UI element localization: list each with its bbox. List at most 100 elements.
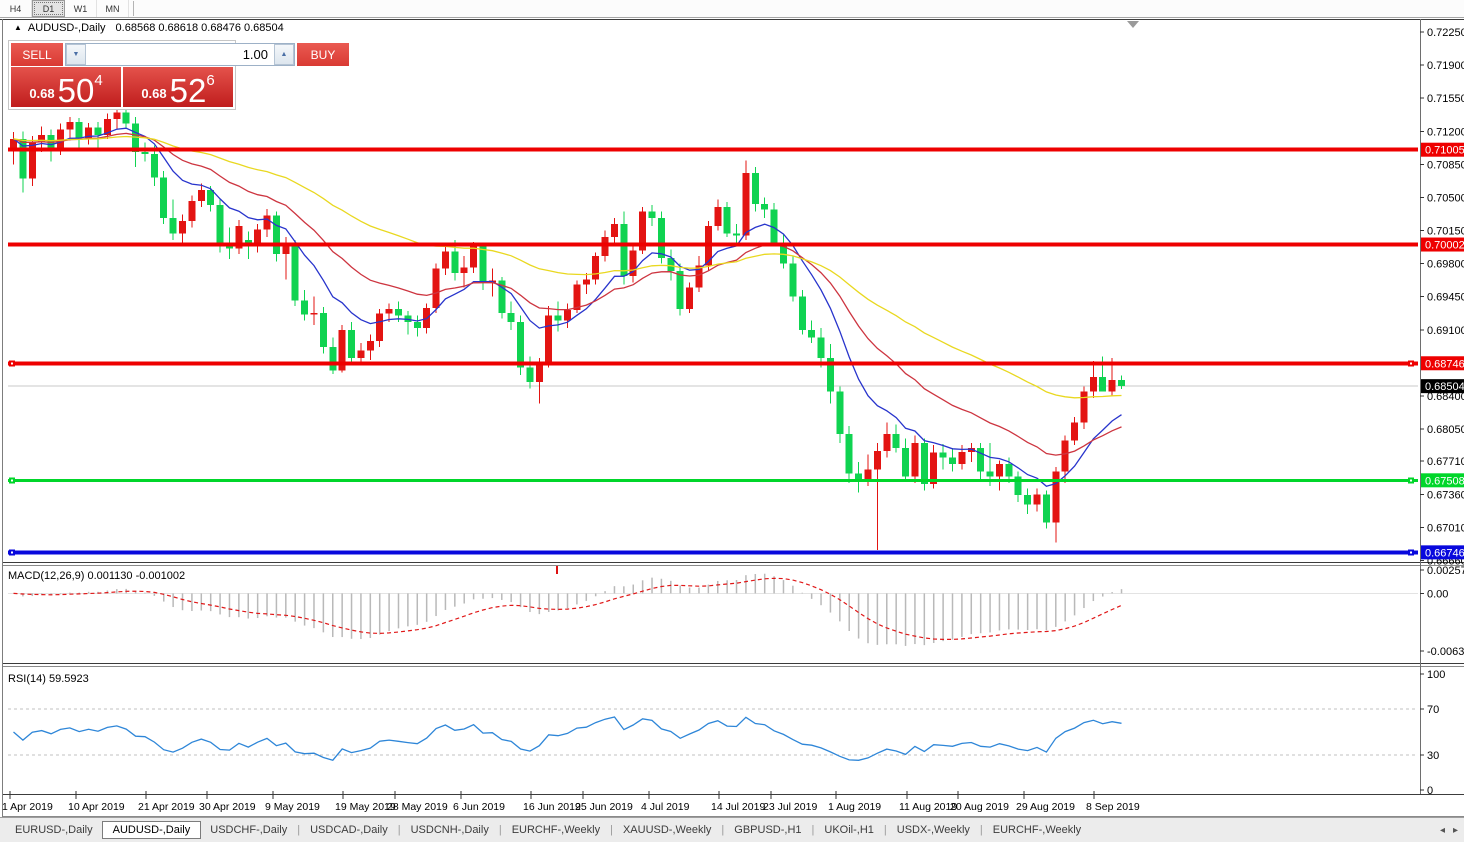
tab-usdcad-daily[interactable]: USDCAD-,Daily	[301, 821, 397, 839]
svg-text:0.67710: 0.67710	[1427, 456, 1464, 468]
chart-shift-marker	[1127, 21, 1139, 28]
toolbar-separator	[133, 1, 134, 16]
buy-button[interactable]: BUY	[297, 43, 349, 66]
chart-symbol-label: AUDUSD-,Daily	[27, 22, 106, 34]
svg-text:4 Jul 2019: 4 Jul 2019	[641, 801, 690, 813]
svg-text:30: 30	[1427, 750, 1439, 762]
svg-text:0.68504: 0.68504	[1425, 381, 1464, 393]
svg-text:0.67508: 0.67508	[1425, 475, 1464, 487]
tab-usdchf-daily[interactable]: USDCHF-,Daily	[201, 821, 296, 839]
macd-panel: MACD(12,26,9) 0.001130 -0.001002 0.002574…	[8, 565, 1464, 658]
svg-text:6 Jun 2019: 6 Jun 2019	[453, 801, 505, 813]
sell-price-sup: 4	[94, 72, 103, 89]
svg-text:0.72250: 0.72250	[1427, 27, 1464, 39]
svg-text:9 May 2019: 9 May 2019	[265, 801, 320, 813]
tab-usdcnh-daily[interactable]: USDCNH-,Daily	[402, 821, 498, 839]
svg-text:14 Jul 2019: 14 Jul 2019	[711, 801, 765, 813]
chart-canvas[interactable]: 0.72250 0.71900 0.71550 0.71200 0.70850 0.705…	[0, 0, 1464, 842]
svg-text:0.69450: 0.69450	[1427, 292, 1464, 304]
svg-text:0.002574: 0.002574	[1427, 565, 1464, 577]
svg-text:0.68050: 0.68050	[1427, 424, 1464, 436]
candles-layer	[10, 107, 1126, 551]
buy-price-prefix: 0.68	[141, 86, 167, 101]
macd-label: MACD(12,26,9) 0.001130 -0.001002	[8, 570, 185, 582]
timeframe-button-d1[interactable]: D1	[32, 0, 65, 17]
svg-text:0.70850: 0.70850	[1427, 159, 1464, 171]
svg-text:0.70150: 0.70150	[1427, 226, 1464, 238]
svg-text:29 Aug 2019: 29 Aug 2019	[1016, 801, 1075, 813]
sell-price-prefix: 0.68	[29, 86, 55, 101]
tab-gbpusd-h1[interactable]: GBPUSD-,H1	[725, 821, 810, 839]
ma-slow-line	[13, 135, 1122, 399]
svg-text:0.70002: 0.70002	[1425, 240, 1464, 252]
svg-text:0.71900: 0.71900	[1427, 60, 1464, 72]
svg-text:0.69100: 0.69100	[1427, 325, 1464, 337]
rsi-panel: RSI(14) 59.5923 100 70 30 0	[8, 669, 1445, 797]
tab-eurchf-weekly[interactable]: EURCHF-,Weekly	[503, 821, 609, 839]
svg-text:1 Apr 2019: 1 Apr 2019	[2, 801, 53, 813]
svg-text:0.71550: 0.71550	[1427, 93, 1464, 105]
svg-text:0.66746: 0.66746	[1425, 547, 1464, 559]
svg-text:0.71005: 0.71005	[1425, 145, 1464, 157]
chart-ohlc-values: 0.68568 0.68618 0.68476 0.68504	[115, 22, 284, 34]
tab-scroll-right-icon[interactable]: ▸	[1453, 825, 1458, 836]
svg-text:11 Aug 2019: 11 Aug 2019	[899, 801, 957, 813]
tab-ukoil-h1[interactable]: UKOil-,H1	[815, 821, 883, 839]
svg-text:10 Apr 2019: 10 Apr 2019	[68, 801, 125, 813]
one-click-trade-panel: SELL ▼ ▲ BUY 0.68 50 4 0.68 52 6	[8, 40, 349, 110]
timeframe-toolbar: H4 D1 W1 MN	[0, 0, 1464, 18]
svg-text:1 Aug 2019: 1 Aug 2019	[828, 801, 881, 813]
svg-text:0.71200: 0.71200	[1427, 126, 1464, 138]
ma-mid-line	[13, 132, 1122, 456]
svg-text:100: 100	[1427, 669, 1445, 681]
svg-text:70: 70	[1427, 704, 1439, 716]
svg-text:21 Apr 2019: 21 Apr 2019	[138, 801, 195, 813]
svg-text:0.68746: 0.68746	[1425, 358, 1464, 370]
volume-decrease-icon[interactable]: ▼	[66, 44, 86, 65]
terminal-window: 0.72250 0.71900 0.71550 0.71200 0.70850 0.705…	[0, 0, 1464, 842]
buy-price-sup: 6	[206, 72, 215, 89]
tab-usdx-weekly[interactable]: USDX-,Weekly	[888, 821, 979, 839]
svg-text:0.69800: 0.69800	[1427, 259, 1464, 271]
chart-tab-bar: EURUSD-,Daily AUDUSD-,Daily USDCHF-,Daily |…	[0, 817, 1464, 842]
svg-text:0.67360: 0.67360	[1427, 489, 1464, 501]
svg-text:0: 0	[1427, 785, 1433, 797]
window-borders	[0, 17, 1464, 817]
tab-scroll-left-icon[interactable]: ◂	[1440, 825, 1445, 836]
tab-scroll-arrows: ◂ ▸	[1440, 825, 1458, 836]
volume-increase-icon[interactable]: ▲	[274, 44, 294, 65]
svg-text:-0.006326: -0.006326	[1427, 646, 1464, 658]
svg-text:0.67010: 0.67010	[1427, 522, 1464, 534]
svg-text:30 Apr 2019: 30 Apr 2019	[199, 801, 256, 813]
svg-text:16 Jun 2019: 16 Jun 2019	[523, 801, 581, 813]
timeframe-button-h4[interactable]: H4	[0, 0, 32, 17]
timeframe-button-w1[interactable]: W1	[65, 0, 97, 17]
collapse-arrow-icon[interactable]: ▲	[14, 24, 22, 32]
volume-spinner: ▼ ▲	[65, 43, 295, 66]
sell-price-button[interactable]: 0.68 50 4	[11, 67, 121, 107]
svg-text:8 Sep 2019: 8 Sep 2019	[1086, 801, 1140, 813]
timeframe-button-mn[interactable]: MN	[97, 0, 129, 17]
svg-text:23 Jul 2019: 23 Jul 2019	[763, 801, 817, 813]
svg-text:20 Aug 2019: 20 Aug 2019	[950, 801, 1009, 813]
current-price-label: 0.68504	[1421, 379, 1464, 394]
sell-price-big: 50	[57, 72, 95, 109]
tab-eurchf-weekly[interactable]: EURCHF-,Weekly	[984, 821, 1090, 839]
ma-slow	[13, 135, 1122, 399]
buy-price-button[interactable]: 0.68 52 6	[123, 67, 233, 107]
buy-price-big: 52	[169, 72, 207, 109]
svg-text:0.00: 0.00	[1427, 588, 1448, 600]
chart-title: ▲ AUDUSD-,Daily 0.68568 0.68618 0.68476 …	[14, 22, 284, 34]
chart-shift-marker-icon	[1127, 21, 1139, 28]
tab-eurusd-daily[interactable]: EURUSD-,Daily	[6, 821, 102, 839]
svg-text:28 May 2019: 28 May 2019	[387, 801, 448, 813]
tab-xauusd-weekly[interactable]: XAUUSD-,Weekly	[614, 821, 720, 839]
rsi-label: RSI(14) 59.5923	[8, 673, 89, 685]
volume-input[interactable]	[86, 44, 274, 65]
tab-audusd-daily[interactable]: AUDUSD-,Daily	[101, 821, 202, 839]
timeframe-buttons: H4 D1 W1 MN	[0, 0, 129, 17]
sell-button[interactable]: SELL	[11, 43, 63, 66]
chart-tabs: EURUSD-,Daily AUDUSD-,Daily USDCHF-,Daily |…	[6, 821, 1090, 839]
ma-mid	[13, 132, 1122, 456]
svg-text:25 Jun 2019: 25 Jun 2019	[575, 801, 633, 813]
